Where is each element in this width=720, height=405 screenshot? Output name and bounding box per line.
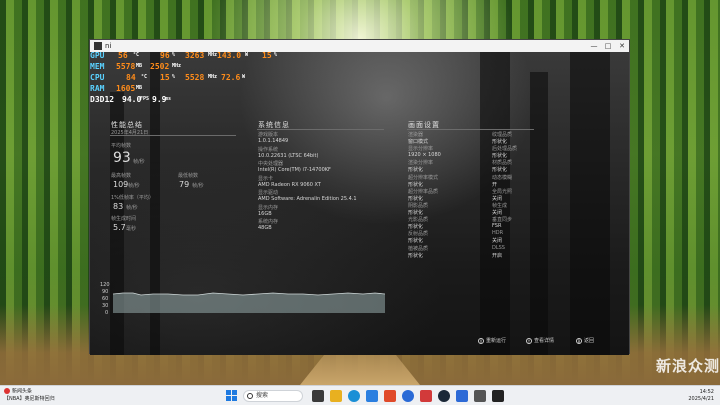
max-fps-value: 109 [113,180,129,189]
graphics-setting-label: 动态模糊 [492,174,513,181]
sysinfo-item-value: AMD Radeon RX 9060 XT [258,181,321,188]
details-button[interactable]: Y 查看详情 [526,337,554,344]
edge-icon[interactable] [348,390,360,402]
file-explorer-icon[interactable] [330,390,342,402]
office-icon[interactable] [384,390,396,402]
graphics-setting-label: 帧生成 [492,203,508,209]
graphics-setting-value: 窗口模式 [408,139,429,145]
browser-icon[interactable] [402,390,414,402]
graphics-setting-label: 植被品质 [408,245,429,252]
app-icon-red[interactable] [420,390,432,402]
windows-start-icon[interactable] [226,390,238,402]
graphics-setting-label: 渲染器 [408,132,424,138]
graphics-setting-value: 形状化 [408,195,424,202]
back-button[interactable]: B 返回 [576,337,594,344]
taskbar: 新闻头条 【NBA】奥尼斯特回归 搜索 14:52 2025/4/21 [0,385,720,405]
graphics-setting-value: 形状化 [408,238,424,245]
window-titlebar[interactable]: ni — □ ✕ [90,40,629,52]
graphics-setting-label: 垂直同步 [492,217,513,224]
graph-y-tick: 30 [102,303,109,309]
graph-y-tick: 120 [100,282,110,288]
graphics-setting-label: 超分辨率模式 [408,174,439,181]
graphics-setting-value: 关闭 [492,210,503,216]
search-icon [247,393,253,399]
sysinfo-item-label: 显示卡 [258,175,274,182]
maximize-button[interactable]: □ [601,42,615,50]
sysinfo-item-value: 10.0.22631 (LTSC 64bit) [258,152,319,159]
avg-fps-value: 93 [113,150,131,166]
taskbar-search[interactable]: 搜索 [243,390,303,402]
graphics-setting-label: 阴影品质 [408,203,429,209]
graphics-setting-value: 形状化 [492,167,508,174]
terminal-icon[interactable] [474,390,486,402]
app-icon-blue[interactable] [456,390,468,402]
app-icon [94,42,102,50]
game-taskbar-icon[interactable] [492,390,504,402]
graphics-setting-label: 超分辨率品质 [408,188,439,195]
graph-y-tick: 90 [102,289,109,295]
sysinfo-item-value: AMD Software: Adrenalin Edition 25.4.1 [258,196,357,202]
min-fps-value: 79 [179,180,190,189]
graphics-setting-label: 纹理品质 [492,132,513,138]
sysinfo-item-value: 16GB [258,210,272,217]
watermark-logo: 新浪众测 [656,357,720,375]
system-clock[interactable]: 14:52 2025/4/21 [688,389,714,403]
fps-graph-area [113,292,385,313]
low1-fps-value: 83 [113,202,124,211]
graphics-setting-value: 形状化 [408,224,424,231]
sysinfo-item-label: 游戏版本 [258,132,279,138]
graphics-setting-label: 反射品质 [408,231,429,238]
graphics-setting-value: 形状化 [492,139,508,145]
graphics-setting-label: 全局光照 [492,188,513,195]
sysinfo-item-label: 操作系统 [258,146,279,153]
graphics-setting-value: 形状化 [408,252,424,259]
sysinfo-item-label: 中央处理器 [258,161,284,167]
graphics-setting-label: 显示分辨率 [408,146,434,153]
graphics-setting-value: 形状化 [408,210,424,216]
graphics-setting-label: 光影品质 [408,217,429,224]
graphics-setting-value: 关闭 [492,238,503,245]
graphics-setting-value: 关闭 [492,195,503,202]
sysinfo-item-value: Intel(R) Core(TM) i7-14700KF [258,167,331,173]
sysinfo-item-value: 48GB [258,225,272,231]
frametime-value: 5.7 [113,223,126,232]
graphics-setting-value: 形状化 [408,181,424,188]
graph-y-tick: 0 [105,310,109,316]
graphics-setting-value: FSR [492,223,502,230]
graph-y-tick: 60 [102,296,109,302]
b-key-icon: B [576,337,582,344]
graphics-setting-value: 形状化 [408,167,424,174]
graphics-setting-label: HDR [492,230,504,237]
rerun-button[interactable]: X 重新运行 [478,337,506,344]
minimize-button[interactable]: — [587,42,601,50]
graphics-setting-value: 1920 × 1080 [408,152,441,159]
window-title: ni [105,42,112,50]
store-icon[interactable] [366,390,378,402]
news-widget[interactable]: 新闻头条 【NBA】奥尼斯特回归 [4,388,55,403]
steam-icon[interactable] [438,390,450,402]
sysinfo-item-label: 显示驱动 [258,190,279,196]
graphics-setting-label: DLSS [492,244,505,251]
graphics-setting-value: 开 [492,181,498,188]
sysinfo-item-label: 系统内存 [258,219,279,225]
close-button[interactable]: ✕ [615,42,629,50]
x-key-icon: X [478,337,484,344]
graphics-setting-label: 渲染分辨率 [408,160,434,167]
graphics-setting-value: 形状化 [492,153,508,160]
sysinfo-item-value: 1.0.1.14849 [258,138,289,144]
graphics-setting-label: 后处理品质 [492,146,518,153]
y-key-icon: Y [526,337,532,344]
task-view-icon[interactable] [312,390,324,402]
sysinfo-item-label: 显示内存 [258,204,279,211]
graphics-setting-label: 材质品质 [492,160,513,167]
news-icon [4,388,10,394]
graphics-setting-value: 开启 [492,252,503,259]
